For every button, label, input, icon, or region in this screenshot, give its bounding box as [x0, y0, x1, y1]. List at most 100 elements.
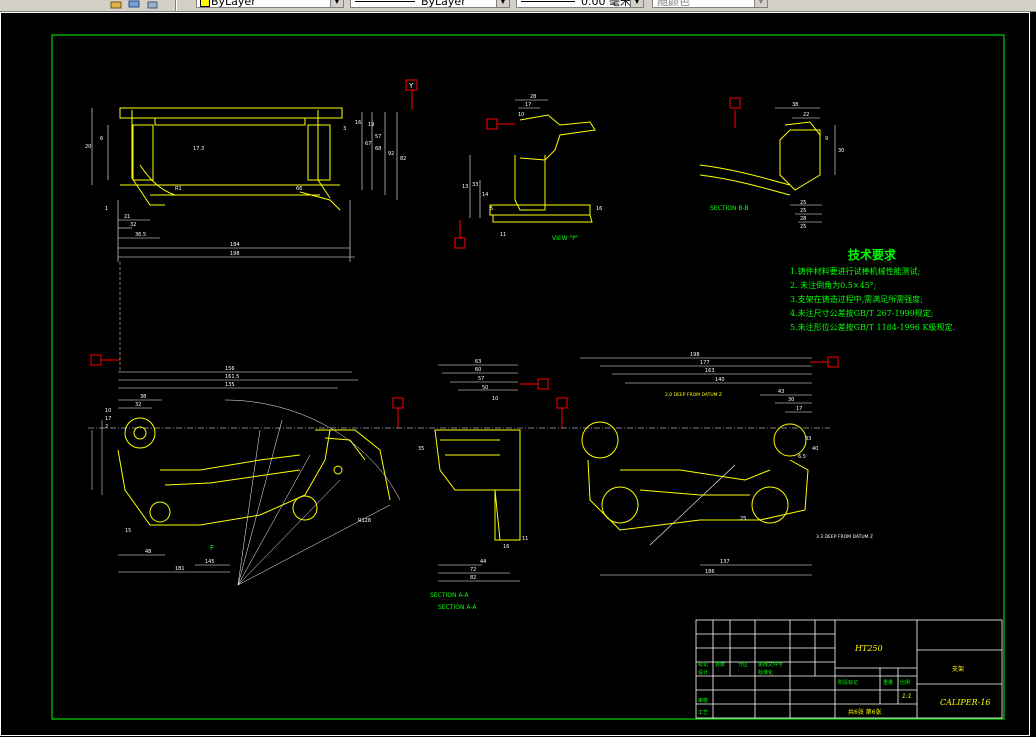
- dim-156: 156: [225, 366, 235, 372]
- dim-32-l: 32: [135, 402, 141, 408]
- dim-184: 184: [230, 242, 240, 248]
- dim-92: 92: [388, 151, 394, 157]
- dim-82-m: 82: [470, 575, 476, 581]
- dim-r1: R1: [175, 186, 182, 192]
- part-name: 支架: [952, 665, 964, 673]
- dim-57: 57: [375, 134, 381, 140]
- section-aa-label-1: SECTION A-A: [430, 592, 469, 599]
- dim-13: 13: [462, 184, 468, 190]
- dim-25-a: 25: [800, 200, 806, 206]
- dim-16: 16: [355, 120, 361, 126]
- dim-82: 82: [400, 156, 406, 162]
- dim-72: 72: [470, 567, 476, 573]
- deep-note-2: 3.3 DEEP FROM DATUM Z: [816, 534, 873, 540]
- dim-30-bb: 30: [838, 148, 844, 154]
- dim-28: 28: [530, 94, 536, 100]
- view-p-geometry: [489, 114, 596, 223]
- dim-6: 6: [100, 136, 103, 142]
- checker-label: 审核: [698, 697, 708, 704]
- designer-label: 设计: [698, 669, 708, 676]
- dim-5: 5: [490, 206, 493, 212]
- f-label: F: [210, 544, 214, 552]
- section-bb-label: SECTION B-B: [710, 205, 749, 212]
- section-bb-geometry: [699, 121, 821, 196]
- dim-11-m: 11: [522, 536, 528, 542]
- dim-36-5: 36.5: [135, 232, 146, 238]
- dim-21: 21: [124, 214, 130, 220]
- ratio-label: 比例: [900, 679, 910, 686]
- dim-145: 145: [205, 559, 215, 565]
- dim-25-c: 25: [800, 224, 806, 230]
- dim-63: 63: [475, 359, 481, 365]
- dim-135: 135: [225, 382, 235, 388]
- dim-137: 137: [720, 559, 730, 565]
- dim-17-r: 17: [796, 406, 802, 412]
- drawing-frame: [51, 34, 1005, 720]
- tech-req-4: 4.未注尺寸公差按GB/T 267-1999规定;: [790, 308, 934, 318]
- weight-label: 重量: [883, 679, 893, 686]
- deep-note-1: 2.0 DEEP FROM DATUM Z: [665, 392, 722, 398]
- dim-68: 68: [375, 146, 381, 152]
- dim-66: 66: [296, 186, 302, 192]
- dim-67: 67: [365, 141, 371, 147]
- row-label-mark: 标记: [698, 661, 708, 668]
- dim-10-l: 10: [105, 408, 111, 414]
- dim-57-m: 57: [478, 376, 484, 382]
- dim-15-l: 15: [125, 528, 131, 534]
- cad-drawing-canvas[interactable]: 184 198 36.5 32 21 1 20 66 82 92 68 67 5…: [0, 0, 1036, 737]
- dim-20: 20: [85, 144, 91, 150]
- dim-33: 33: [472, 182, 478, 188]
- dim-181: 181: [175, 566, 185, 572]
- dim-17-l: 17: [105, 416, 111, 422]
- dim-11-p: 11: [500, 232, 506, 238]
- dim-25-b: 25: [800, 208, 806, 214]
- dim-1: 1: [105, 206, 108, 212]
- dim-35: 35: [418, 446, 424, 452]
- standardization-label: 标准化: [758, 669, 773, 676]
- dim-38: 38: [792, 102, 798, 108]
- tech-req-5: 5.未注形位公差按GB/T 1184-1996 K级规定.: [790, 322, 955, 332]
- dim-186: 186: [705, 569, 715, 575]
- dim-161-5: 161.5: [225, 374, 239, 380]
- dim-40: 40: [812, 446, 818, 452]
- dim-17-3: 17.3: [193, 146, 204, 152]
- tech-req-title: 技术要求: [848, 247, 897, 262]
- scale-value: 1:1: [902, 693, 912, 700]
- dim-33-r: 33: [805, 436, 811, 442]
- dim-9: 9: [825, 136, 828, 142]
- datum-y-label: Y: [408, 82, 414, 90]
- dim-25-r: 25: [740, 516, 746, 522]
- drawing-number: CALIPER-16: [940, 698, 991, 707]
- dim-198-r: 198: [690, 352, 700, 358]
- dim-38-l: 38: [140, 394, 146, 400]
- dim-r128: R128: [358, 518, 371, 524]
- dim-16-p: 16: [596, 206, 602, 212]
- material-value: HT250: [854, 644, 883, 653]
- dim-6-5: 6.5: [798, 454, 806, 460]
- sheet-info: 共6张 第6张: [848, 708, 882, 716]
- dim-14: 14: [482, 192, 488, 198]
- dim-10-p: 10: [518, 112, 524, 118]
- view-p-label: VIEW "P": [552, 235, 579, 242]
- dim-2-l: 2: [105, 424, 108, 430]
- dim-177: 177: [700, 360, 710, 366]
- section-aa-label-2: SECTION A-A: [438, 604, 477, 611]
- row-label-count: 处数: [715, 661, 725, 668]
- technical-requirements: 技术要求 1.铸件材料要进行试棒机械性能测试; 2. 未注倒角为0.5×45°;…: [790, 247, 955, 332]
- dim-30-r: 30: [788, 397, 794, 403]
- tech-req-3: 3.支架在铸造过程中,需满足所需强度;: [790, 294, 923, 304]
- dim-10-m: 10: [492, 396, 498, 402]
- dim-43: 43: [778, 389, 784, 395]
- title-block-text: HT250 支架 CALIPER-16 共6张 第6张 1:1 标记 处数 分区…: [698, 644, 991, 716]
- dim-17-p: 17: [525, 102, 531, 108]
- dim-22: 22: [803, 112, 809, 118]
- section-aa-geometry: [434, 429, 521, 541]
- row-label-file: 更改文件号: [758, 661, 783, 668]
- dim-3: 3: [343, 126, 346, 132]
- dim-19: 19: [368, 122, 374, 128]
- datum-markers: Y: [90, 79, 839, 428]
- tech-req-1: 1.铸件材料要进行试棒机械性能测试;: [790, 266, 920, 276]
- top-left-view: [119, 107, 343, 211]
- dim-198: 198: [230, 251, 240, 257]
- dim-50: 50: [482, 385, 488, 391]
